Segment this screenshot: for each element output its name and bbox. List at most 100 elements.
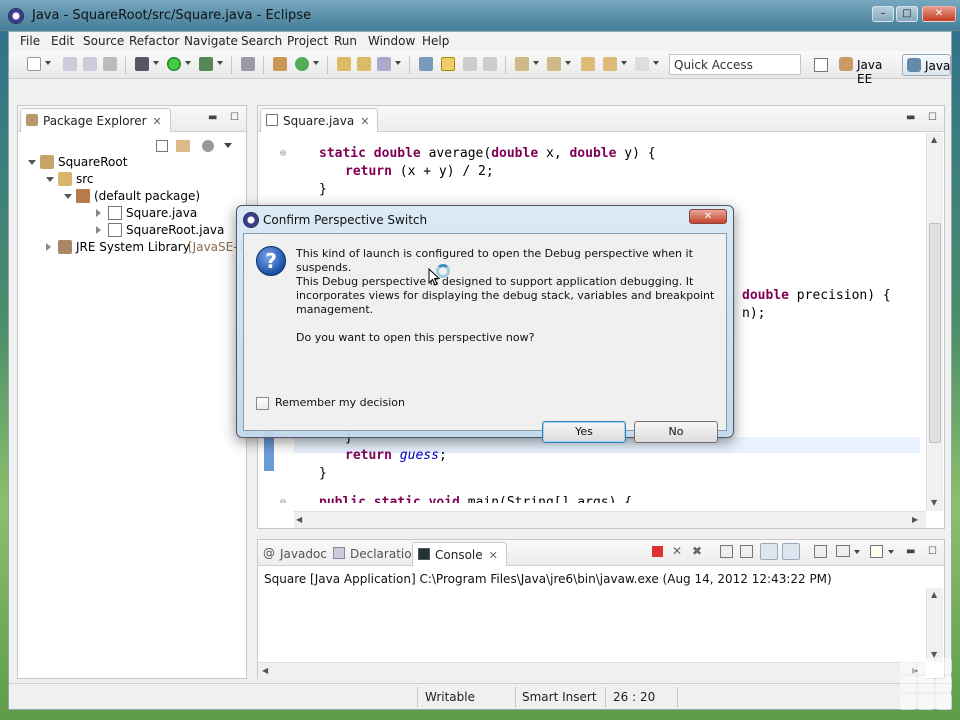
fold-toggle-icon[interactable]: ⊖: [280, 148, 290, 159]
menu-navigate[interactable]: Navigate: [184, 34, 238, 48]
view-menu-icon[interactable]: [202, 140, 214, 152]
scroll-up-icon[interactable]: ▲: [931, 135, 937, 144]
fold-toggle-icon[interactable]: ⊖: [280, 497, 290, 503]
terminate-icon[interactable]: [652, 546, 663, 557]
run-dropdown-icon[interactable]: [185, 61, 191, 65]
link-editor-icon[interactable]: [176, 140, 190, 152]
display-console-icon[interactable]: [836, 545, 850, 557]
new-java-project-icon[interactable]: [273, 57, 287, 71]
new-class-dropdown-icon[interactable]: [313, 61, 319, 65]
menu-run[interactable]: Run: [334, 34, 357, 48]
toggle-breadcrumb-icon[interactable]: [419, 57, 433, 71]
new-icon[interactable]: [27, 57, 41, 71]
search-dropdown-icon[interactable]: [395, 61, 401, 65]
debug-dropdown-icon[interactable]: [153, 61, 159, 65]
expanded-arrow-icon[interactable]: [64, 194, 72, 199]
collapsed-arrow-icon[interactable]: [96, 209, 101, 217]
title-bar[interactable]: Java - SquareRoot/src/Square.java - Ecli…: [0, 0, 960, 31]
minimize-view-icon[interactable]: ▬: [208, 112, 220, 124]
menu-project[interactable]: Project: [287, 34, 328, 48]
menu-search[interactable]: Search: [241, 34, 282, 48]
scroll-down-icon[interactable]: ▼: [931, 498, 937, 507]
open-task-icon[interactable]: [357, 57, 371, 71]
next-annotation-icon[interactable]: [515, 57, 529, 71]
dialog-close-button[interactable]: ✕: [689, 209, 727, 224]
console-horizontal-scrollbar[interactable]: ◀ ▶: [258, 662, 926, 679]
scroll-left-icon[interactable]: ◀: [262, 666, 268, 675]
close-tab-icon[interactable]: ✕: [360, 115, 369, 128]
scroll-thumb[interactable]: [929, 223, 941, 443]
remove-all-launches-icon[interactable]: ✖: [692, 544, 702, 558]
maximize-view-icon[interactable]: ☐: [928, 112, 940, 124]
editor-horizontal-scrollbar[interactable]: ◀ ▶: [294, 511, 926, 528]
block-selection-icon[interactable]: [463, 57, 477, 71]
show-whitespace-icon[interactable]: [483, 57, 497, 71]
maximize-view-icon[interactable]: ☐: [928, 546, 940, 558]
collapsed-arrow-icon[interactable]: [96, 226, 101, 234]
collapsed-arrow-icon[interactable]: [46, 243, 51, 251]
scroll-up-icon[interactable]: ▲: [931, 590, 937, 599]
menu-help[interactable]: Help: [422, 34, 449, 48]
run-icon[interactable]: [167, 57, 181, 71]
remember-decision-checkbox[interactable]: [256, 397, 269, 410]
perspective-java[interactable]: Java: [902, 54, 951, 76]
save-all-icon[interactable]: [83, 57, 97, 71]
scroll-right-icon[interactable]: ▶: [912, 515, 918, 524]
pin-console-icon[interactable]: [814, 545, 827, 558]
open-perspective-button[interactable]: [811, 55, 831, 75]
display-console-dropdown-icon[interactable]: [854, 550, 860, 554]
close-window-button[interactable]: ✕: [922, 6, 956, 22]
back-dropdown-icon[interactable]: [621, 61, 627, 65]
yes-button[interactable]: Yes: [542, 421, 626, 443]
forward-dropdown-icon[interactable]: [653, 61, 659, 65]
previous-annotation-dropdown-icon[interactable]: [565, 61, 571, 65]
expanded-arrow-icon[interactable]: [46, 177, 54, 182]
new-dropdown-icon[interactable]: [45, 61, 51, 65]
menu-edit[interactable]: Edit: [51, 34, 74, 48]
minimize-button[interactable]: –: [872, 6, 894, 22]
open-console-icon[interactable]: [870, 545, 883, 558]
minimize-view-icon[interactable]: ▬: [906, 546, 918, 558]
console-vertical-scrollbar[interactable]: ▲ ▼: [926, 588, 943, 662]
remember-decision-label[interactable]: Remember my decision: [275, 396, 405, 409]
print-icon[interactable]: [103, 57, 117, 71]
save-icon[interactable]: [63, 57, 77, 71]
tab-square-java[interactable]: Square.java ✕: [260, 108, 379, 132]
last-edit-location-icon[interactable]: [581, 57, 595, 71]
close-tab-icon[interactable]: ✕: [489, 549, 498, 562]
debug-icon[interactable]: [135, 57, 149, 71]
editor-vertical-scrollbar[interactable]: ▲ ▼: [926, 133, 943, 511]
open-type-icon[interactable]: [337, 57, 351, 71]
show-on-stdout-icon[interactable]: [760, 543, 778, 560]
menu-source[interactable]: Source: [83, 34, 124, 48]
tab-console[interactable]: Console ✕: [412, 542, 507, 566]
minimize-view-icon[interactable]: ▬: [906, 112, 918, 124]
search-icon[interactable]: [377, 57, 391, 71]
coverage-dropdown-icon[interactable]: [217, 61, 223, 65]
menu-window[interactable]: Window: [368, 34, 415, 48]
tab-package-explorer[interactable]: Package Explorer ✕: [20, 108, 171, 132]
previous-annotation-icon[interactable]: [547, 57, 561, 71]
mark-occurrences-icon[interactable]: [441, 57, 455, 71]
quick-access-input[interactable]: Quick Access: [669, 54, 801, 75]
scroll-left-icon[interactable]: ◀: [296, 515, 302, 524]
scroll-lock-icon[interactable]: [740, 545, 753, 558]
show-on-stderr-icon[interactable]: [782, 543, 800, 560]
clear-console-icon[interactable]: [720, 545, 733, 558]
menu-refactor[interactable]: Refactor: [129, 34, 179, 48]
close-tab-icon[interactable]: ✕: [153, 115, 162, 128]
menu-file[interactable]: File: [20, 34, 40, 48]
remove-launch-icon[interactable]: ✕: [672, 544, 682, 558]
collapse-all-icon[interactable]: [156, 140, 168, 152]
maximize-button[interactable]: □: [896, 6, 918, 22]
coverage-icon[interactable]: [199, 57, 213, 71]
perspective-java-ee[interactable]: Java EE: [835, 54, 901, 86]
maximize-view-icon[interactable]: ☐: [230, 112, 242, 124]
view-dropdown-icon[interactable]: [224, 143, 232, 148]
no-button[interactable]: No: [634, 421, 718, 443]
back-icon[interactable]: [603, 57, 617, 71]
new-class-icon[interactable]: [295, 57, 309, 71]
tab-javadoc[interactable]: @ Javadoc: [258, 542, 335, 566]
forward-icon[interactable]: [635, 57, 649, 71]
open-console-dropdown-icon[interactable]: [888, 550, 894, 554]
